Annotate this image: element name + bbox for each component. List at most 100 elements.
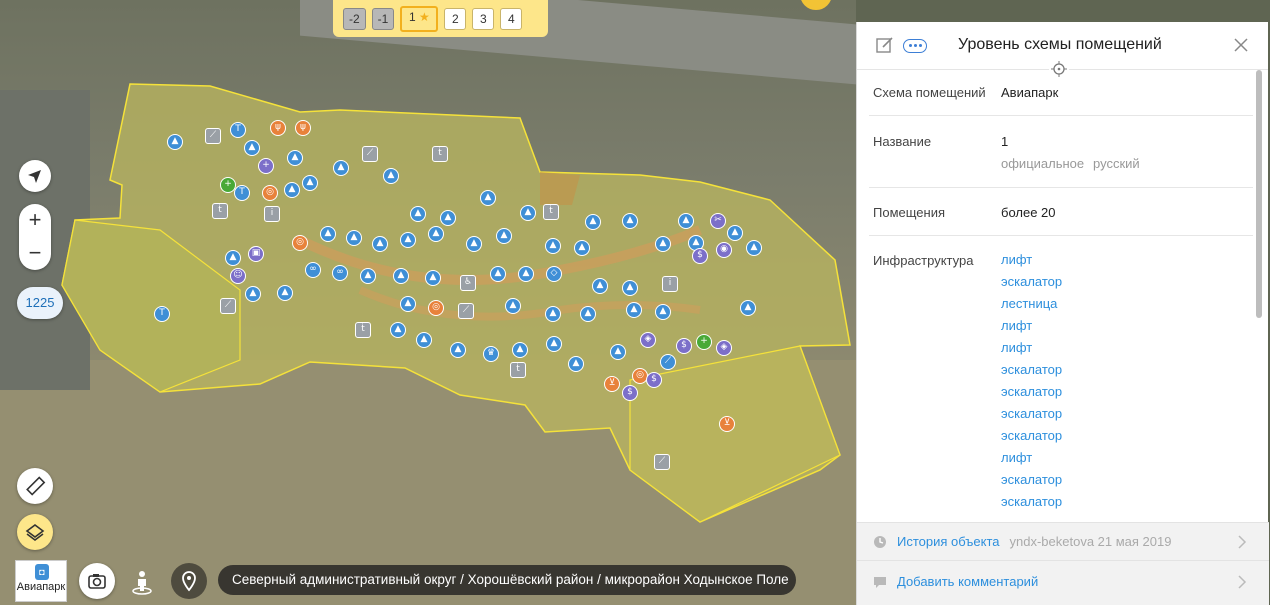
optics-poi-icon[interactable]: ∞ xyxy=(305,262,321,278)
geolocation-button[interactable] xyxy=(19,160,51,192)
zoom-out-button[interactable]: − xyxy=(19,237,51,270)
floor-button-1[interactable]: 1 ★ xyxy=(400,5,439,32)
shop-poi-icon[interactable]: ▲ xyxy=(512,342,528,358)
infrastructure-link[interactable]: эскалатор xyxy=(1001,385,1062,407)
escalator-poi-icon[interactable]: ⟋ xyxy=(458,303,474,319)
more-options-icon[interactable] xyxy=(903,39,927,53)
infrastructure-link[interactable]: эскалатор xyxy=(1001,429,1062,451)
ruler-button[interactable] xyxy=(17,468,53,504)
zoom-level-badge[interactable]: 1225 xyxy=(17,287,63,319)
floor-button-4[interactable]: 4 xyxy=(500,7,523,30)
infrastructure-link[interactable]: лестница xyxy=(1001,297,1062,319)
atm-poi-icon[interactable]: $ xyxy=(646,372,662,388)
infrastructure-link[interactable]: эскалатор xyxy=(1001,473,1062,495)
escalator-poi-icon[interactable]: ⟋ xyxy=(220,298,236,314)
place-pin-button[interactable] xyxy=(171,563,207,599)
scheme-link[interactable]: Авиапарк xyxy=(1001,85,1058,100)
shop-poi-icon[interactable]: ▲ xyxy=(574,240,590,256)
shop-poi-icon[interactable]: ▲ xyxy=(390,322,406,338)
shop-poi-icon[interactable]: ▲ xyxy=(383,168,399,184)
kids-poi-icon[interactable]: + xyxy=(258,158,274,174)
shop-poi-icon[interactable]: ▲ xyxy=(520,205,536,221)
shop-poi-icon[interactable]: ▲ xyxy=(496,228,512,244)
shop-poi-icon[interactable]: ▲ xyxy=(655,304,671,320)
restroom-poi-icon[interactable]: ṫ xyxy=(543,204,559,220)
shop-poi-icon[interactable]: ▲ xyxy=(302,175,318,191)
shop-poi-icon[interactable]: ▲ xyxy=(518,266,534,282)
map-canvas[interactable]: ▲ ⟋ T ψ ψ ▲ + ▲ ▲ ⟋ ṫ ▲ + T ◎ ▲ ▲ ṫ i ▲ … xyxy=(0,0,856,605)
shop-poi-icon[interactable]: ▲ xyxy=(505,298,521,314)
shop-poi-icon[interactable]: ▲ xyxy=(545,238,561,254)
infrastructure-link[interactable]: эскалатор xyxy=(1001,407,1062,429)
shop-poi-icon[interactable]: ▲ xyxy=(622,280,638,296)
shop-poi-icon[interactable]: T xyxy=(234,185,250,201)
escalator-poi-icon[interactable]: ⟋ xyxy=(362,146,378,162)
shop-poi-icon[interactable]: ▲ xyxy=(450,342,466,358)
shop-poi-icon[interactable]: ◈ xyxy=(640,332,656,348)
restroom-poi-icon[interactable]: ṫ xyxy=(355,322,371,338)
pharmacy-poi-icon[interactable]: + xyxy=(696,334,712,350)
infrastructure-link[interactable]: лифт xyxy=(1001,341,1062,363)
info-poi-icon[interactable]: i xyxy=(264,206,280,222)
accessibility-poi-icon[interactable]: ♿ xyxy=(460,275,476,291)
shop-poi-icon[interactable]: ▲ xyxy=(568,356,584,372)
shop-poi-icon[interactable]: ▲ xyxy=(626,302,642,318)
add-comment-link[interactable]: Добавить комментарий xyxy=(897,574,1038,589)
shop-poi-icon[interactable]: ▲ xyxy=(277,285,293,301)
shop-poi-icon[interactable]: ▲ xyxy=(466,236,482,252)
shop-poi-icon[interactable]: ▲ xyxy=(727,225,743,241)
history-row[interactable]: История объекта yndx-beketova 21 мая 2019 xyxy=(857,522,1269,560)
infrastructure-link[interactable]: эскалатор xyxy=(1001,275,1062,297)
cinema-poi-icon[interactable]: ▣ xyxy=(248,246,264,262)
shop-poi-icon[interactable]: ▲ xyxy=(410,206,426,222)
shop-poi-icon[interactable]: ▲ xyxy=(480,190,496,206)
shop-poi-icon[interactable]: ▲ xyxy=(428,226,444,242)
panorama-button[interactable] xyxy=(124,563,160,599)
shop-poi-icon[interactable]: ▲ xyxy=(592,278,608,294)
shop-poi-icon[interactable]: ▲ xyxy=(440,210,456,226)
kids-poi-icon[interactable]: ☺ xyxy=(230,268,246,284)
shop-poi-icon[interactable]: ▲ xyxy=(245,286,261,302)
shop-cart-poi-icon[interactable]: ⊻ xyxy=(604,376,620,392)
shop-poi-icon[interactable]: ▲ xyxy=(585,214,601,230)
shop-poi-icon[interactable]: ▲ xyxy=(740,300,756,316)
food-poi-icon[interactable]: ψ xyxy=(295,120,311,136)
shop-poi-icon[interactable]: ▲ xyxy=(284,182,300,198)
shop-poi-icon[interactable]: ▲ xyxy=(610,344,626,360)
shop-poi-icon[interactable]: ▲ xyxy=(225,250,241,266)
restroom-poi-icon[interactable]: ṫ xyxy=(432,146,448,162)
infrastructure-link[interactable]: лифт xyxy=(1001,253,1062,275)
close-icon[interactable] xyxy=(1232,36,1250,54)
escalator-poi-icon[interactable]: ⟋ xyxy=(660,354,676,370)
shop-poi-icon[interactable]: ▲ xyxy=(425,270,441,286)
zoom-in-button[interactable]: + xyxy=(19,204,51,237)
shop-poi-icon[interactable]: ▲ xyxy=(580,306,596,322)
shop-poi-icon[interactable]: ◈ xyxy=(716,340,732,356)
escalator-poi-icon[interactable]: ⟋ xyxy=(654,454,670,470)
shop-poi-icon[interactable]: ▲ xyxy=(287,150,303,166)
trophy-poi-icon[interactable]: ♛ xyxy=(483,346,499,362)
shop-poi-icon[interactable]: ▲ xyxy=(320,226,336,242)
jewelry-poi-icon[interactable]: ◇ xyxy=(546,266,562,282)
infrastructure-link[interactable]: эскалатор xyxy=(1001,495,1062,517)
floor-button--2[interactable]: -2 xyxy=(343,7,366,30)
comment-row[interactable]: Добавить комментарий xyxy=(857,560,1269,605)
food-poi-icon[interactable]: ψ xyxy=(270,120,286,136)
floor-button-2[interactable]: 2 xyxy=(444,7,467,30)
infrastructure-link[interactable]: лифт xyxy=(1001,451,1062,473)
salon-poi-icon[interactable]: ◉ xyxy=(716,242,732,258)
scrollbar-thumb[interactable] xyxy=(1256,70,1262,318)
shop-poi-icon[interactable]: ▲ xyxy=(545,306,561,322)
shop-poi-icon[interactable]: ▲ xyxy=(622,213,638,229)
food-poi-icon[interactable]: ◎ xyxy=(428,300,444,316)
food-poi-icon[interactable]: ◎ xyxy=(292,235,308,251)
food-poi-icon[interactable]: ◎ xyxy=(262,185,278,201)
layers-button[interactable] xyxy=(17,514,53,550)
history-link[interactable]: История объекта yndx-beketova 21 мая 2019 xyxy=(897,534,1171,549)
restroom-poi-icon[interactable]: ṫ xyxy=(510,362,526,378)
shop-poi-icon[interactable]: ▲ xyxy=(678,213,694,229)
shop-poi-icon[interactable]: ▲ xyxy=(546,336,562,352)
shop-poi-icon[interactable]: ▲ xyxy=(333,160,349,176)
shop-poi-icon[interactable]: ▲ xyxy=(416,332,432,348)
organization-badge[interactable]: ◘ Авиапарк xyxy=(15,560,67,602)
